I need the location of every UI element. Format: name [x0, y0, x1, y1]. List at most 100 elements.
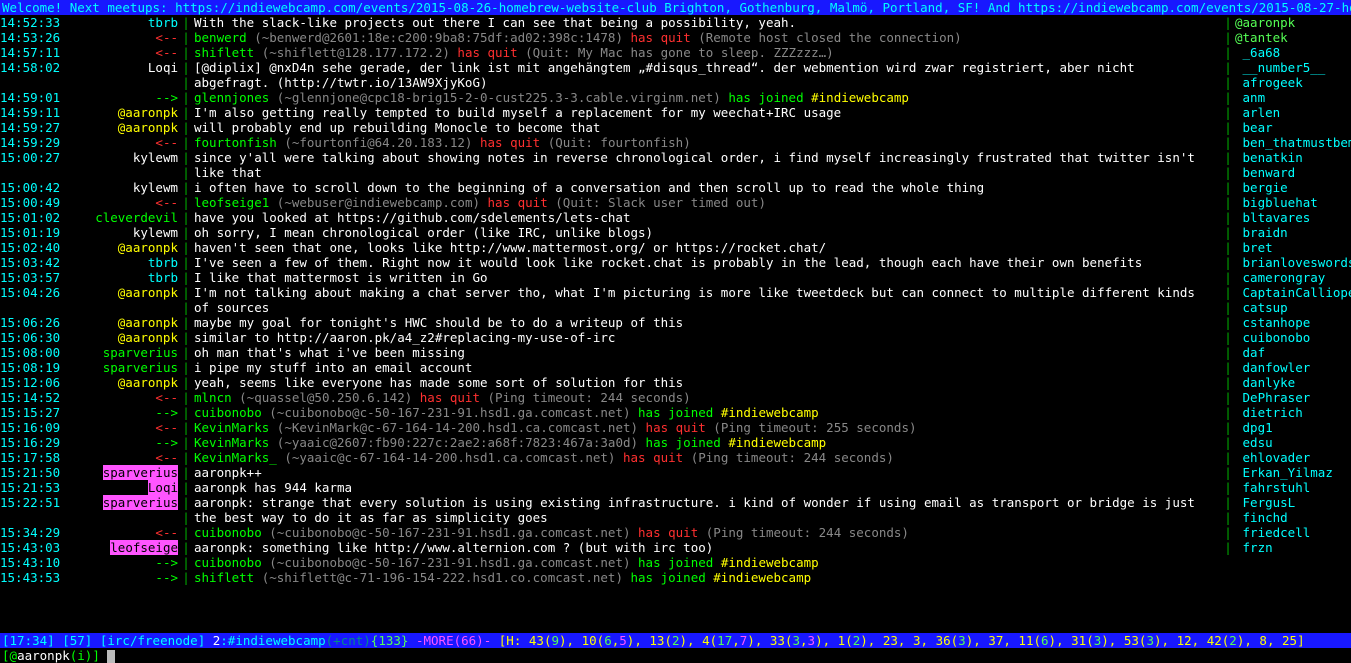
- nick: <--: [155, 30, 178, 45]
- nick: @aaronpk: [118, 315, 178, 330]
- nicklist-item[interactable]: | danfowler: [1221, 360, 1351, 375]
- nicklist-item[interactable]: | DePhraser: [1221, 390, 1351, 405]
- nicklist-item[interactable]: | anm: [1221, 90, 1351, 105]
- nicklist-item[interactable]: | cstanhope: [1221, 315, 1351, 330]
- nick: leofseige: [110, 540, 178, 555]
- nicklist-item[interactable]: | afrogeek: [1221, 75, 1351, 90]
- nick: sparverius: [103, 495, 178, 510]
- chat-line: 14:59:29<--|fourtonfish (~fourtonfi@64.2…: [0, 135, 1221, 150]
- chat-line: 15:16:09<--|KevinMarks (~KevinMark@c-67-…: [0, 420, 1221, 435]
- nick: <--: [155, 390, 178, 405]
- nick-list[interactable]: |@aaronpk|@tantek| _6a68| __number5__| a…: [1221, 15, 1351, 633]
- chat-line: 15:06:26@aaronpk|maybe my goal for tonig…: [0, 315, 1221, 330]
- title-bar: Welcome! Next meetups: https://indiewebc…: [0, 0, 1351, 15]
- nicklist-item[interactable]: | daf: [1221, 345, 1351, 360]
- nicklist-item[interactable]: | Erkan_Yilmaz: [1221, 465, 1351, 480]
- nick: -->: [155, 570, 178, 585]
- nick: sparverius: [103, 345, 178, 360]
- chat-line: 14:57:11<--|shiflett (~shiflett@128.177.…: [0, 45, 1221, 60]
- nicklist-item[interactable]: | __number5__: [1221, 60, 1351, 75]
- nicklist-item[interactable]: | benward: [1221, 165, 1351, 180]
- chat-line: 14:52:33tbrb|With the slack-like project…: [0, 15, 1221, 30]
- chat-line: 15:21:50sparverius|aaronpk++: [0, 465, 1221, 480]
- nicklist-item[interactable]: | friedcell: [1221, 525, 1351, 540]
- nick: -->: [155, 405, 178, 420]
- chat-log[interactable]: 14:52:33tbrb|With the slack-like project…: [0, 15, 1221, 633]
- nick: @aaronpk: [118, 105, 178, 120]
- chat-line: 15:04:26@aaronpk|I'm not talking about m…: [0, 285, 1221, 300]
- nicklist-item[interactable]: | CaptainCalliope: [1221, 285, 1351, 300]
- chat-line: 14:59:01-->|glennjones (~glennjone@cpc18…: [0, 90, 1221, 105]
- nick: tbrb: [148, 255, 178, 270]
- chat-line: 15:21:53Loqi|aaronpk has 944 karma: [0, 480, 1221, 495]
- nick: @aaronpk: [118, 330, 178, 345]
- nicklist-item[interactable]: | danlyke: [1221, 375, 1351, 390]
- chat-line: 15:01:02cleverdevil|have you looked at h…: [0, 210, 1221, 225]
- chat-line: 15:00:27kylewm|since y'all were talking …: [0, 150, 1221, 165]
- nicklist-item[interactable]: | ehlovader: [1221, 450, 1351, 465]
- chat-line: 15:03:42tbrb|I've seen a few of them. Ri…: [0, 255, 1221, 270]
- nick: -->: [155, 435, 178, 450]
- nicklist-item[interactable]: | bergie: [1221, 180, 1351, 195]
- chat-line: 15:43:03leofseige|aaronpk: something lik…: [0, 540, 1221, 555]
- chat-line: 15:01:19kylewm|oh sorry, I mean chronolo…: [0, 225, 1221, 240]
- nick: <--: [155, 45, 178, 60]
- nick: kylewm: [133, 180, 178, 195]
- nick: kylewm: [133, 150, 178, 165]
- nick: -->: [155, 90, 178, 105]
- nicklist-item[interactable]: | FergusL: [1221, 495, 1351, 510]
- nicklist-item[interactable]: | arlen: [1221, 105, 1351, 120]
- nicklist-item[interactable]: | camerongray: [1221, 270, 1351, 285]
- nicklist-item[interactable]: | finchd: [1221, 510, 1351, 525]
- nicklist-item[interactable]: | bigbluehat: [1221, 195, 1351, 210]
- chat-line: 15:06:30@aaronpk|similar to http://aaron…: [0, 330, 1221, 345]
- nicklist-item[interactable]: | dpg1: [1221, 420, 1351, 435]
- chat-line: 15:08:19sparverius|i pipe my stuff into …: [0, 360, 1221, 375]
- cursor: [107, 650, 115, 663]
- nicklist-item[interactable]: | bret: [1221, 240, 1351, 255]
- nicklist-item[interactable]: | fahrstuhl: [1221, 480, 1351, 495]
- nicklist-item[interactable]: | edsu: [1221, 435, 1351, 450]
- chat-line: 14:58:02Loqi|[@diplix] @nxD4n sehe gerad…: [0, 60, 1221, 75]
- chat-line: 15:15:27-->|cuibonobo (~cuibonobo@c-50-1…: [0, 405, 1221, 420]
- chat-line: 15:12:06@aaronpk|yeah, seems like everyo…: [0, 375, 1221, 390]
- chat-line: 14:59:11@aaronpk|I'm also getting really…: [0, 105, 1221, 120]
- status-bar: [17:34] [57] [irc/freenode] 2:#indiewebc…: [0, 633, 1351, 648]
- nick: <--: [155, 420, 178, 435]
- nicklist-item[interactable]: | _6a68: [1221, 45, 1351, 60]
- chat-line: 15:43:53-->|shiflett (~shiflett@c-71-196…: [0, 570, 1221, 585]
- chat-line: 14:59:27@aaronpk|will probably end up re…: [0, 120, 1221, 135]
- nicklist-item[interactable]: | frzn: [1221, 540, 1351, 555]
- nicklist-item[interactable]: |@tantek: [1221, 30, 1351, 45]
- nicklist-item[interactable]: | braidn: [1221, 225, 1351, 240]
- input-bar[interactable]: [@aaronpk(i)]: [0, 648, 1351, 663]
- nick: sparverius: [103, 465, 178, 480]
- chat-line: 15:14:52<--|mlncn (~quassel@50.250.6.142…: [0, 390, 1221, 405]
- nick: cleverdevil: [95, 210, 178, 225]
- nick: sparverius: [103, 360, 178, 375]
- nicklist-item[interactable]: | dietrich: [1221, 405, 1351, 420]
- chat-line: |of sources: [0, 300, 1221, 315]
- chat-line: 14:53:26<--|benwerd (~benwerd@2601:18e:c…: [0, 30, 1221, 45]
- nicklist-item[interactable]: | bear: [1221, 120, 1351, 135]
- chat-line: 15:02:40@aaronpk|haven't seen that one, …: [0, 240, 1221, 255]
- main-area: 14:52:33tbrb|With the slack-like project…: [0, 15, 1351, 633]
- nicklist-item[interactable]: | benatkin: [1221, 150, 1351, 165]
- chat-line: |abgefragt. (http://twtr.io/13AW9XjyKoG): [0, 75, 1221, 90]
- nicklist-item[interactable]: | cuibonobo: [1221, 330, 1351, 345]
- chat-line: |the best way to do it as far as simplic…: [0, 510, 1221, 525]
- nicklist-item[interactable]: | bltavares: [1221, 210, 1351, 225]
- chat-line: 15:16:29-->|KevinMarks (~yaaic@2607:fb90…: [0, 435, 1221, 450]
- hotlist: [H: 43(9), 10(6,5), 13(2), 4(17,7), 33(3…: [491, 633, 1304, 648]
- nicklist-item[interactable]: |@aaronpk: [1221, 15, 1351, 30]
- nicklist-item[interactable]: | brianloveswords: [1221, 255, 1351, 270]
- nicklist-item[interactable]: | catsup: [1221, 300, 1351, 315]
- chat-line: 15:34:29<--|cuibonobo (~cuibonobo@c-50-1…: [0, 525, 1221, 540]
- chat-line: 15:22:51sparverius|aaronpk: strange that…: [0, 495, 1221, 510]
- nick: @aaronpk: [118, 375, 178, 390]
- chat-line: 15:00:49<--|leofseige1 (~webuser@indiewe…: [0, 195, 1221, 210]
- nick: <--: [155, 135, 178, 150]
- nick: Loqi: [148, 60, 178, 75]
- nick: tbrb: [148, 270, 178, 285]
- nicklist-item[interactable]: | ben_thatmustbeme: [1221, 135, 1351, 150]
